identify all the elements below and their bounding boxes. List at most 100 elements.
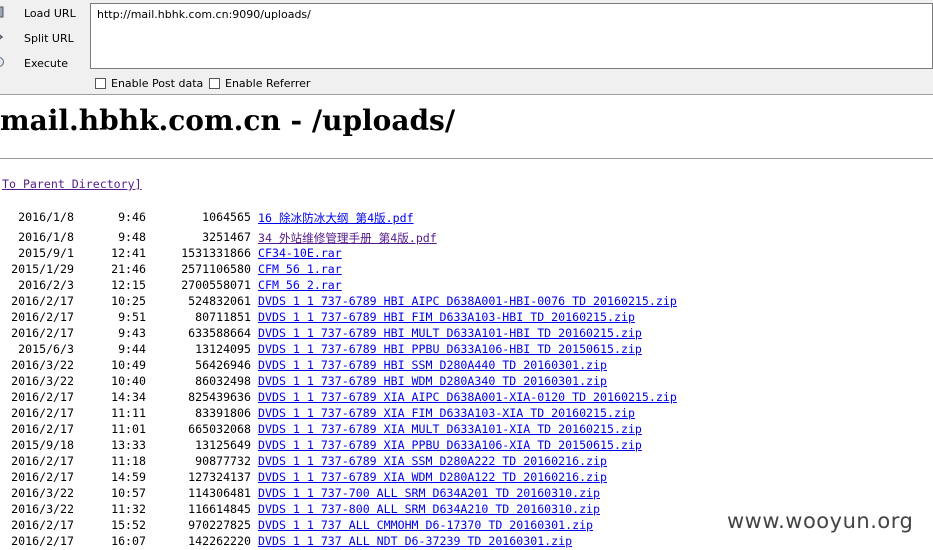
referrer-checkbox-box[interactable] [209,78,220,89]
file-time: 14:34 [111,390,146,404]
file-link[interactable]: DVDS 1 1 737-6789 XIA MULT D633A101-XIA … [258,422,642,436]
file-link[interactable]: DVDS 1 1 737-6789 XIA SSM D280A222 TD 20… [258,454,607,468]
file-date: 2016/2/17 [11,326,74,340]
file-size: 80711851 [195,310,251,324]
file-date: 2016/3/22 [11,358,74,372]
file-link[interactable]: DVDS 1 1 737 ALL CMMOHM D6-17370 TD 2016… [258,518,593,532]
file-link[interactable]: DVDS 1 1 737-6789 HBI AIPC D638A001-HBI-… [258,294,677,308]
file-date: 2016/3/22 [11,374,74,388]
url-text: http://mail.hbhk.com.cn:9090/uploads/ [97,8,311,21]
file-size: 83391806 [195,406,251,420]
file-date: 2016/2/17 [11,534,74,548]
file-date: 2015/1/29 [11,262,74,276]
file-link[interactable]: DVDS 1 1 737-6789 XIA AIPC D638A001-XIA-… [258,390,677,404]
file-size: 114306481 [188,486,251,500]
file-date: 2015/6/3 [18,342,74,356]
file-size: 127324137 [188,470,251,484]
file-size: 116614845 [188,502,251,516]
enable-referrer-label: Enable Referrer [225,77,311,90]
split-url-icon [0,34,4,40]
file-size: 1064565 [202,210,251,224]
file-size: 13125649 [195,438,251,452]
page-title: mail.hbhk.com.cn - /uploads/ [0,104,456,137]
file-size: 970227825 [188,518,251,532]
file-time: 9:51 [118,310,146,324]
file-link[interactable]: DVDS 1 1 737-6789 XIA WDM D280A122 TD 20… [258,470,607,484]
file-link[interactable]: DVDS 1 1 737 ALL NDT D6-37239 TD 2016030… [258,534,572,548]
enable-referrer-checkbox[interactable]: Enable Referrer [209,77,310,90]
file-time: 21:46 [111,262,146,276]
file-size: 825439636 [188,390,251,404]
file-size: 665032068 [188,422,251,436]
split-url-button[interactable]: Split URL [0,27,88,49]
file-link[interactable]: 34 外站维修管理手册 第4版.pdf [258,230,437,246]
file-link[interactable]: DVDS 1 1 737-6789 XIA FIM D633A103-XIA T… [258,406,635,420]
file-date: 2016/2/17 [11,294,74,308]
execute-label: Execute [24,56,68,70]
file-link[interactable]: 16 除冰防冰大纲 第4版.pdf [258,210,414,226]
execute-button[interactable]: Execute [0,52,88,74]
file-link[interactable]: DVDS 1 1 737-6789 XIA PPBU D633A106-XIA … [258,438,642,452]
file-time: 13:33 [111,438,146,452]
divider [0,158,933,159]
file-time: 11:32 [111,502,146,516]
file-size: 90877732 [195,454,251,468]
load-url-button[interactable]: Load URL [0,2,88,24]
post-data-checkbox-box[interactable] [95,78,106,89]
file-date: 2015/9/1 [18,246,74,260]
file-time: 14:59 [111,470,146,484]
file-link[interactable]: CF34-10E.rar [258,246,342,260]
file-time: 9:46 [118,210,146,224]
file-time: 10:40 [111,374,146,388]
file-date: 2016/2/17 [11,310,74,324]
file-link[interactable]: CFM 56 2.rar [258,278,342,292]
file-link[interactable]: DVDS 1 1 737-800 ALL SRM D634A210 TD 201… [258,502,600,516]
enable-post-data-label: Enable Post data [111,77,204,90]
file-link[interactable]: DVDS 1 1 737-700 ALL SRM D634A201 TD 201… [258,486,600,500]
file-time: 9:44 [118,342,146,356]
file-time: 9:48 [118,230,146,244]
file-size: 633588664 [188,326,251,340]
file-link[interactable]: DVDS 1 1 737-6789 HBI MULT D633A101-HBI … [258,326,642,340]
file-date: 2016/2/17 [11,422,74,436]
parent-directory-link[interactable]: To Parent Directory] [2,177,142,191]
file-time: 10:49 [111,358,146,372]
file-size: 86032498 [195,374,251,388]
file-time: 11:01 [111,422,146,436]
file-date: 2016/2/17 [11,470,74,484]
watermark: www.wooyun.org [727,509,914,533]
file-size: 142262220 [188,534,251,548]
file-link[interactable]: DVDS 1 1 737-6789 HBI PPBU D633A106-HBI … [258,342,642,356]
url-textarea[interactable]: http://mail.hbhk.com.cn:9090/uploads/ [90,3,933,69]
file-date: 2016/2/3 [18,278,74,292]
file-date: 2016/2/17 [11,518,74,532]
file-date: 2015/9/18 [11,438,74,452]
file-date: 2016/2/17 [11,406,74,420]
file-date: 2016/3/22 [11,486,74,500]
file-time: 9:43 [118,326,146,340]
file-size: 56426946 [195,358,251,372]
file-size: 1531331866 [181,246,251,260]
file-time: 12:15 [111,278,146,292]
file-time: 11:18 [111,454,146,468]
file-size: 3251467 [202,230,251,244]
file-time: 15:52 [111,518,146,532]
file-link[interactable]: DVDS 1 1 737-6789 HBI WDM D280A340 TD 20… [258,374,607,388]
file-time: 12:41 [111,246,146,260]
file-date: 2016/2/17 [11,454,74,468]
enable-post-data-checkbox[interactable]: Enable Post data [95,77,203,90]
file-link[interactable]: DVDS 1 1 737-6789 HBI SSM D280A440 TD 20… [258,358,607,372]
split-url-label: Split URL [24,31,74,45]
file-link[interactable]: CFM 56 1.rar [258,262,342,276]
load-url-icon [0,6,4,18]
file-date: 2016/1/8 [18,230,74,244]
file-date: 2016/3/22 [11,502,74,516]
file-time: 10:25 [111,294,146,308]
file-link[interactable]: DVDS 1 1 737-6789 HBI FIM D633A103-HBI T… [258,310,635,324]
file-date: 2016/1/8 [18,210,74,224]
hackbar-toolbar: Load URL Split URL Execute http://mail.h… [0,0,933,95]
execute-icon [0,57,4,67]
file-time: 10:57 [111,486,146,500]
file-size: 2700558071 [181,278,251,292]
file-time: 11:11 [111,406,146,420]
